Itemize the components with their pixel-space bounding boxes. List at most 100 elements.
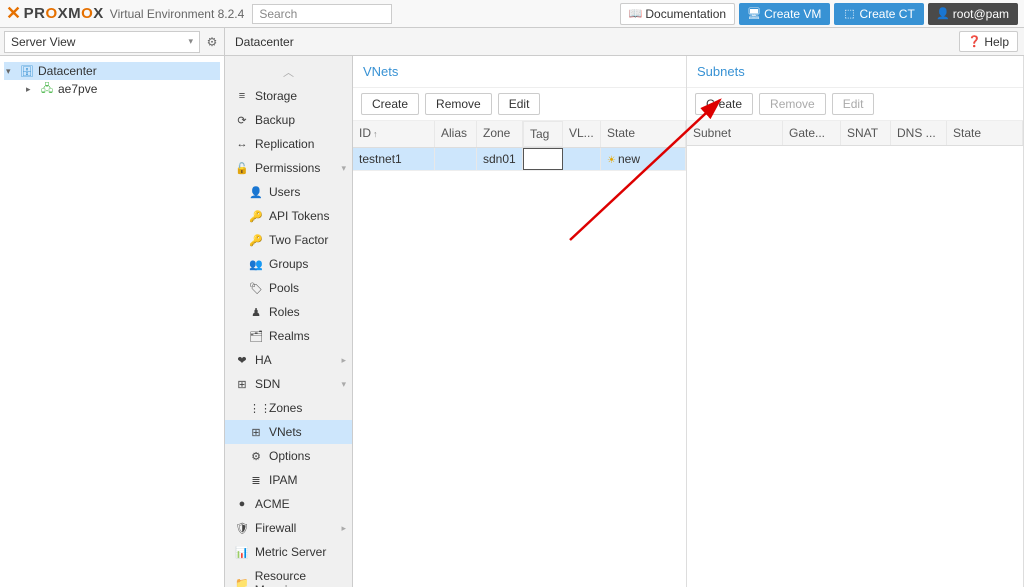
cell-tag [523,148,563,170]
col-snat[interactable]: SNAT [841,121,891,145]
sidebar-icon: 🏷 [249,282,263,295]
col-vlan[interactable]: VL... [563,121,601,147]
sidebar-item-two-factor[interactable]: 🔑Two Factor [225,228,352,252]
col-alias[interactable]: Alias [435,121,477,147]
sidebar-label: Roles [269,305,300,319]
server-icon: 🖧 [40,82,54,96]
sidebar-item-roles[interactable]: ♟ Roles [225,300,352,324]
sidebar-icon: ♟ [249,306,263,319]
sidebar-icon: 📊 [235,546,249,559]
sidebar-label: Groups [269,257,308,271]
sidebar-label: Backup [255,113,295,127]
vnets-grid-body: testnet1 sdn01 ☀new [353,148,686,587]
sidebar-item-groups[interactable]: 👥Groups [225,252,352,276]
sidebar-item-users[interactable]: 👤Users [225,180,352,204]
vnets-grid-header: ID↑ Alias Zone Tag VL... State [353,121,686,148]
sidebar-icon: 🛡 [235,522,249,535]
sidebar-icon: 🔓 [235,162,249,175]
sidebar-label: API Tokens [269,209,329,223]
sidebar-item-zones[interactable]: ⋮⋮Zones [225,396,352,420]
sidebar-icon: 🗂 [249,330,263,343]
view-settings-button[interactable]: ⚙ [200,35,224,49]
cell-alias [435,148,477,170]
expand-icon: ▸ [26,84,36,95]
subnets-title: Subnets [687,56,1023,88]
help-button[interactable]: ❓Help [959,31,1018,52]
sidebar-icon: ⊞ [235,378,249,391]
col-zone[interactable]: Zone [477,121,523,147]
sidebar-icon: ≡ [235,90,249,102]
col-tag[interactable]: Tag [523,121,563,147]
sidebar-label: Storage [255,89,297,103]
sidebar-item-api-tokens[interactable]: 🔑API Tokens [225,204,352,228]
sidebar-item-ha[interactable]: ❤HA▸ [225,348,352,372]
subnets-panel: Subnets Create Remove Edit Subnet Gate..… [687,56,1024,587]
sidebar-label: Metric Server [255,545,326,559]
col-id[interactable]: ID↑ [353,121,435,147]
sidebar-item-ipam[interactable]: ≣IPAM [225,468,352,492]
vnets-create-button[interactable]: Create [361,93,419,115]
vnets-remove-button[interactable]: Remove [425,93,492,115]
vnets-title: VNets [353,56,686,88]
top-header: ✕ PROXMOX Virtual Environment 8.2.4 Sear… [0,0,1024,28]
search-input[interactable]: Search [252,4,392,24]
sidebar-label: Firewall [255,521,296,535]
create-vm-button[interactable]: 🖥Create VM [739,3,830,25]
sidebar-label: Users [269,185,300,199]
sidebar-item-options[interactable]: ⚙Options [225,444,352,468]
view-dropdown[interactable]: Server View▾ [4,31,200,53]
sidebar-item-vnets[interactable]: ⊞VNets [225,420,352,444]
subnets-remove-button[interactable]: Remove [759,93,826,115]
product-version: Virtual Environment 8.2.4 [110,7,245,21]
sidebar-item-replication[interactable]: ↔ Replication [225,132,352,156]
main-area: ▾ 🗄 Datacenter ▸ 🖧 ae7pve ︿ ≡ Storage ⟳Bac… [0,56,1024,587]
tree-label: ae7pve [58,82,97,96]
sidebar-label: Realms [269,329,310,343]
col-dns[interactable]: DNS ... [891,121,947,145]
sidebar-item-acme[interactable]: ●ACME [225,492,352,516]
subnets-edit-button[interactable]: Edit [832,93,875,115]
chevron-icon: ▸ [341,355,346,366]
sort-asc-icon: ↑ [373,129,378,139]
logo-x-icon: ✕ [6,3,22,24]
vnets-row[interactable]: testnet1 sdn01 ☀new [353,148,686,171]
create-ct-button[interactable]: ⬚Create CT [834,3,923,25]
sidebar-item-firewall[interactable]: 🛡Firewall▸ [225,516,352,540]
collapse-up[interactable]: ︿ [225,60,352,84]
documentation-button[interactable]: 📖Documentation [620,3,735,25]
sidebar-label: Zones [269,401,302,415]
sidebar-icon: ↔ [235,138,249,150]
sidebar-icon: ● [235,498,249,510]
sidebar-label: Two Factor [269,233,328,247]
sidebar-item-storage[interactable]: ≡ Storage [225,84,352,108]
sidebar-item-realms[interactable]: 🗂 Realms [225,324,352,348]
sidebar-item-permissions[interactable]: 🔓Permissions▾ [225,156,352,180]
subnets-create-button[interactable]: Create [695,93,753,115]
sidebar-item-metric-server[interactable]: 📊 Metric Server [225,540,352,564]
view-selector-area: Server View▾ ⚙ [0,28,225,55]
col-subnet[interactable]: Subnet [687,121,783,145]
col-state[interactable]: State [947,121,1023,145]
col-state[interactable]: State [601,121,686,147]
sidebar-label: Replication [255,137,314,151]
sidebar-label: VNets [269,425,302,439]
user-menu-button[interactable]: 👤root@pam [928,3,1018,25]
sidebar-item-backup[interactable]: ⟳Backup [225,108,352,132]
new-icon: ☀ [607,155,616,166]
tree-node[interactable]: ▸ 🖧 ae7pve [24,80,220,98]
content-area: VNets Create Remove Edit ID↑ Alias Zone … [353,56,1024,587]
vnets-edit-button[interactable]: Edit [498,93,541,115]
chevron-icon: ▾ [341,379,346,390]
sidebar-item-pools[interactable]: 🏷 Pools [225,276,352,300]
sidebar-item-resource-mappings[interactable]: 📁Resource Mappings [225,564,352,587]
secondary-bar: Server View▾ ⚙ Datacenter ❓Help [0,28,1024,56]
sidebar-label: Resource Mappings [255,569,346,587]
tree-datacenter[interactable]: ▾ 🗄 Datacenter [4,62,220,80]
sidebar-label: Pools [269,281,299,295]
col-gateway[interactable]: Gate... [783,121,841,145]
sidebar-icon: ⚙ [249,450,263,463]
subnets-grid-header: Subnet Gate... SNAT DNS ... State [687,121,1023,146]
sidebar-label: HA [255,353,272,367]
sidebar-item-sdn[interactable]: ⊞SDN▾ [225,372,352,396]
cell-id: testnet1 [353,148,435,170]
